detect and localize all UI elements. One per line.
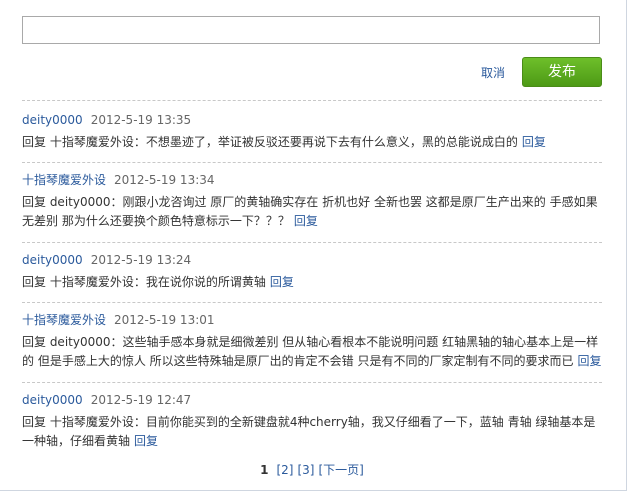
reply-link[interactable]: 回复 bbox=[522, 135, 546, 149]
divider bbox=[22, 100, 602, 101]
cancel-button[interactable]: 取消 bbox=[481, 64, 505, 81]
reply-link[interactable]: 回复 bbox=[577, 354, 601, 368]
comment-meta: 十指琴魔爱外设 2012-5-19 13:34 bbox=[22, 172, 602, 188]
comment-body: 回复 十指琴魔爱外设：我在说你说的所谓黄轴 回复 bbox=[22, 273, 602, 292]
comment-author-link[interactable]: deity0000 bbox=[22, 113, 83, 127]
comment-author-link[interactable]: 十指琴魔爱外设 bbox=[22, 313, 106, 327]
comment-body: 回复 十指琴魔爱外设：目前你能买到的全新键盘就4种cherry轴，我又仔细看了一… bbox=[22, 413, 602, 451]
comment-panel: 取消 发布 deity0000 2012-5-19 13:35 回复 十指琴魔爱外… bbox=[0, 0, 627, 491]
comment-body: 回复 十指琴魔爱外设：不想墨迹了，举证被反驳还要再说下去有什么意义，黑的总能说成… bbox=[22, 133, 602, 152]
divider bbox=[22, 242, 602, 243]
comment-author-link[interactable]: deity0000 bbox=[22, 253, 83, 267]
reply-link[interactable]: 回复 bbox=[270, 275, 294, 289]
publish-button[interactable]: 发布 bbox=[522, 57, 602, 87]
reply-link[interactable]: 回复 bbox=[294, 214, 318, 228]
comment-input[interactable] bbox=[22, 16, 600, 44]
comment-item: deity0000 2012-5-19 13:24 回复 十指琴魔爱外设：我在说你… bbox=[22, 252, 602, 292]
divider bbox=[22, 382, 602, 383]
comment-time: 2012-5-19 13:01 bbox=[114, 313, 215, 327]
comment-text: 回复 十指琴魔爱外设：不想墨迹了，举证被反驳还要再说下去有什么意义，黑的总能说成… bbox=[22, 135, 518, 149]
comment-text: 回复 deity0000：这些轴手感本身就是细微差别 但从轴心看根本不能说明问题… bbox=[22, 335, 599, 368]
comment-meta: 十指琴魔爱外设 2012-5-19 13:01 bbox=[22, 312, 602, 328]
comment-text: 回复 十指琴魔爱外设：我在说你说的所谓黄轴 bbox=[22, 275, 266, 289]
pagination-page-2[interactable]: [2] bbox=[276, 463, 293, 477]
comment-time: 2012-5-19 13:35 bbox=[90, 113, 192, 127]
comment-item: 十指琴魔爱外设 2012-5-19 13:34 回复 deity0000：刚跟小龙… bbox=[22, 172, 602, 231]
divider bbox=[22, 162, 602, 163]
comment-meta: deity0000 2012-5-19 12:47 bbox=[22, 392, 602, 408]
comment-author-link[interactable]: 十指琴魔爱外设 bbox=[22, 173, 106, 187]
comment-item: deity0000 2012-5-19 12:47 回复 十指琴魔爱外设：目前你能… bbox=[22, 392, 602, 451]
pagination-next-page[interactable]: [下一页] bbox=[318, 463, 363, 477]
comment-time: 2012-5-19 13:34 bbox=[114, 173, 215, 187]
comment-body: 回复 deity0000：刚跟小龙咨询过 原厂的黄轴确实存在 折机也好 全新也罢… bbox=[22, 193, 602, 231]
comment-time: 2012-5-19 12:47 bbox=[90, 393, 192, 407]
comment-body: 回复 deity0000：这些轴手感本身就是细微差别 但从轴心看根本不能说明问题… bbox=[22, 333, 602, 371]
pagination-current-page: 1 bbox=[260, 463, 269, 477]
comment-author-link[interactable]: deity0000 bbox=[22, 393, 83, 407]
pagination-page-3[interactable]: [3] bbox=[297, 463, 314, 477]
reply-link[interactable]: 回复 bbox=[134, 434, 158, 448]
comment-meta: deity0000 2012-5-19 13:24 bbox=[22, 252, 602, 268]
pagination: 1 [2] [3] [下一页] bbox=[0, 461, 626, 478]
divider bbox=[22, 302, 602, 303]
comment-time: 2012-5-19 13:24 bbox=[90, 253, 192, 267]
comment-item: deity0000 2012-5-19 13:35 回复 十指琴魔爱外设：不想墨迹… bbox=[22, 112, 602, 152]
comment-meta: deity0000 2012-5-19 13:35 bbox=[22, 112, 602, 128]
comment-text: 回复 十指琴魔爱外设：目前你能买到的全新键盘就4种cherry轴，我又仔细看了一… bbox=[22, 415, 596, 448]
comment-item: 十指琴魔爱外设 2012-5-19 13:01 回复 deity0000：这些轴手… bbox=[22, 312, 602, 371]
